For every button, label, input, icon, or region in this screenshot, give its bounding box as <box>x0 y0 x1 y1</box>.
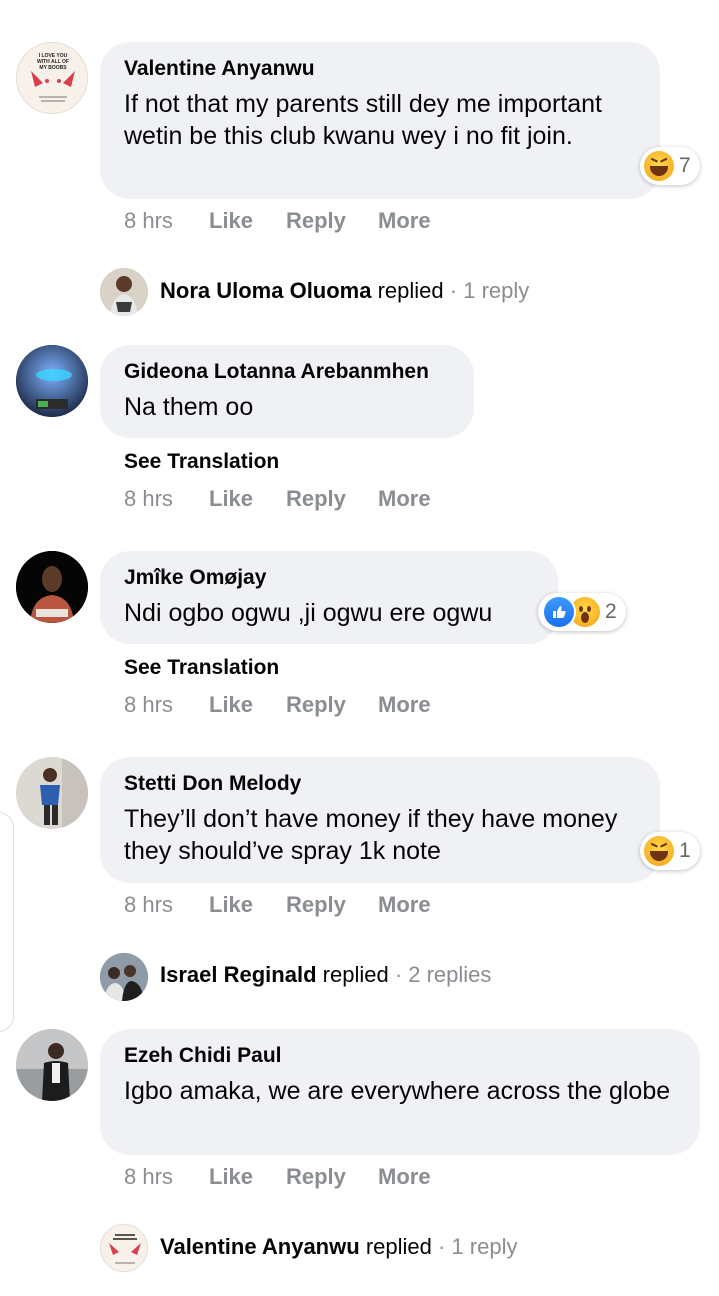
comment-time[interactable]: 8 hrs <box>124 1164 173 1190</box>
comment-time[interactable]: 8 hrs <box>124 892 173 918</box>
more-button[interactable]: More <box>378 892 431 918</box>
see-translation-link[interactable]: See Translation <box>124 656 279 680</box>
comment-author[interactable]: Stetti Don Melody <box>124 771 636 797</box>
reply-button[interactable]: Reply <box>286 486 346 512</box>
reaction-count: 2 <box>605 600 617 623</box>
reaction-count: 1 <box>679 839 691 862</box>
reply-button[interactable]: Reply <box>286 208 346 234</box>
view-replies[interactable]: Nora Uloma Oluoma replied · 1 reply <box>160 278 529 304</box>
more-button[interactable]: More <box>378 486 431 512</box>
avatar[interactable] <box>16 345 88 417</box>
like-button[interactable]: Like <box>209 1164 253 1190</box>
comment-text: If not that my parents still dey me impo… <box>124 90 602 150</box>
view-replies[interactable]: Israel Reginald replied · 2 replies <box>160 962 491 988</box>
see-translation-link[interactable]: See Translation <box>124 450 279 474</box>
comment-time[interactable]: 8 hrs <box>124 692 173 718</box>
comment-author[interactable]: Jmîke Omøjay <box>124 565 534 591</box>
comment-bubble: Stetti Don Melody They’ll don’t have mon… <box>100 757 660 883</box>
like-button[interactable]: Like <box>209 692 253 718</box>
reply-author: Nora Uloma Oluoma <box>160 278 372 303</box>
like-reaction-icon <box>542 595 576 629</box>
reaction-count: 7 <box>679 154 691 177</box>
avatar-image <box>16 1029 88 1101</box>
comment-bubble: Ezeh Chidi Paul Igbo amaka, we are every… <box>100 1029 700 1155</box>
comment-text: Igbo amaka, we are everywhere across the… <box>124 1077 671 1105</box>
reply-avatar[interactable] <box>100 1224 148 1272</box>
like-button[interactable]: Like <box>209 486 253 512</box>
avatar[interactable] <box>16 551 88 623</box>
view-replies[interactable]: Valentine Anyanwu replied · 1 reply <box>160 1234 517 1260</box>
avatar-image <box>16 757 88 829</box>
reply-verb: replied <box>365 1234 432 1259</box>
reply-avatar[interactable] <box>100 953 148 1001</box>
like-button[interactable]: Like <box>209 892 253 918</box>
more-button[interactable]: More <box>378 1164 431 1190</box>
avatar-image <box>16 345 88 417</box>
reply-count: · 1 reply <box>437 1234 518 1259</box>
comment-author[interactable]: Gideona Lotanna Arebanmhen <box>124 359 450 385</box>
avatar-image <box>100 268 148 316</box>
reaction-summary[interactable]: 1 <box>640 832 700 870</box>
reply-count: · 1 reply <box>449 278 530 303</box>
comment-text: Na them oo <box>124 393 254 421</box>
avatar-image <box>16 551 88 623</box>
comment-text: They’ll don’t have money if they have mo… <box>124 805 618 865</box>
reaction-summary[interactable]: 7 <box>640 147 700 185</box>
avatar-image <box>101 1225 147 1271</box>
avatar-image <box>100 953 148 1001</box>
reaction-summary[interactable]: 2 <box>538 593 626 631</box>
comment-author[interactable]: Valentine Anyanwu <box>124 56 636 82</box>
avatar[interactable] <box>16 757 88 829</box>
comment-bubble: Jmîke Omøjay Ndi ogbo ogwu ,ji ogwu ere … <box>100 551 558 644</box>
like-button[interactable]: Like <box>209 208 253 234</box>
reply-avatar[interactable] <box>100 268 148 316</box>
avatar[interactable] <box>16 1029 88 1101</box>
svg-text:MY BOOBS: MY BOOBS <box>39 65 67 71</box>
reply-verb: replied <box>322 962 389 987</box>
reply-button[interactable]: Reply <box>286 892 346 918</box>
more-button[interactable]: More <box>378 692 431 718</box>
avatar-image: I LOVE YOU WITH ALL OF MY BOOBS <box>17 43 87 113</box>
comment-bubble: Gideona Lotanna Arebanmhen Na them oo <box>100 345 474 438</box>
comment-bubble: Valentine Anyanwu If not that my parents… <box>100 42 660 199</box>
reply-author: Israel Reginald <box>160 962 317 987</box>
comment-text: Ndi ogbo ogwu ,ji ogwu ere ogwu <box>124 599 493 627</box>
comment-time[interactable]: 8 hrs <box>124 208 173 234</box>
reply-button[interactable]: Reply <box>286 1164 346 1190</box>
reply-count: · 2 replies <box>394 962 492 987</box>
more-button[interactable]: More <box>378 208 431 234</box>
side-panel-edge <box>0 812 14 1032</box>
haha-reaction-icon <box>644 151 674 181</box>
reply-verb: replied <box>377 278 444 303</box>
reply-author: Valentine Anyanwu <box>160 1234 360 1259</box>
comment-author[interactable]: Ezeh Chidi Paul <box>124 1043 676 1069</box>
comment-time[interactable]: 8 hrs <box>124 486 173 512</box>
avatar[interactable]: I LOVE YOU WITH ALL OF MY BOOBS <box>16 42 88 114</box>
haha-reaction-icon <box>644 836 674 866</box>
scroll-remnant <box>300 0 360 2</box>
reply-button[interactable]: Reply <box>286 692 346 718</box>
